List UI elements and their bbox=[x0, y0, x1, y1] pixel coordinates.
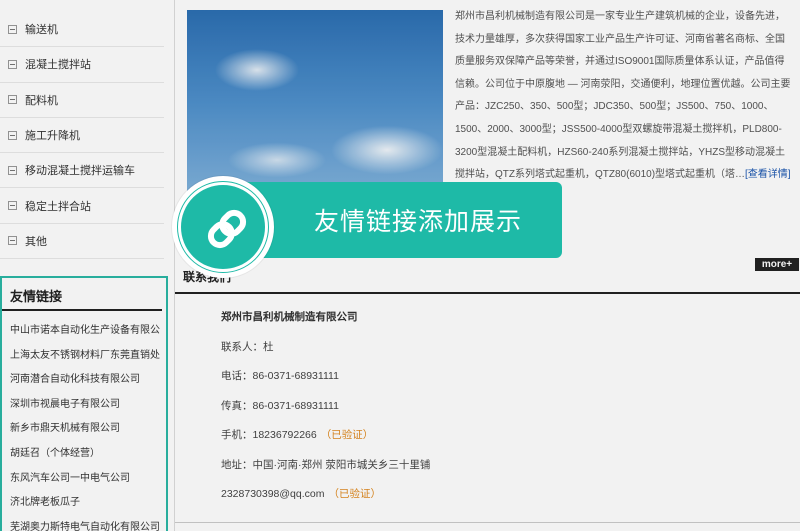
friend-link[interactable]: 深圳市视晨电子有限公司 bbox=[2, 393, 166, 418]
category-item-concrete-plant[interactable]: 混凝土搅拌站 bbox=[0, 47, 164, 83]
company-intro-text: 郑州市昌利机械制造有限公司是一家专业生产建筑机械的企业，设备先进，技术力量雄厚，… bbox=[455, 11, 791, 181]
category-item-soil-plant[interactable]: 稳定土拌合站 bbox=[0, 188, 164, 224]
collapse-icon bbox=[8, 201, 17, 211]
chain-link-icon bbox=[207, 209, 247, 249]
contact-header: 联系我们 more+ bbox=[175, 258, 800, 294]
category-item-mixer-truck[interactable]: 移动混凝土搅拌运输车 bbox=[0, 153, 164, 189]
page: 输送机 混凝土搅拌站 配料机 施工升降机 移动混凝土搅拌运输车 稳定土拌合站 其… bbox=[0, 0, 800, 531]
company-intro: 郑州市昌利机械制造有限公司是一家专业生产建筑机械的企业，设备先进，技术力量雄厚，… bbox=[455, 6, 793, 187]
contact-person: 联系人：杜 bbox=[221, 340, 274, 353]
friend-link[interactable]: 济北牌老板瓜子 bbox=[2, 491, 166, 516]
category-item-batching-machine[interactable]: 配料机 bbox=[0, 83, 164, 118]
category-label: 移动混凝土搅拌运输车 bbox=[25, 165, 135, 178]
category-label: 其他 bbox=[25, 235, 47, 248]
contact-email-row: 2328730398@qq.com （已验证） bbox=[221, 480, 781, 510]
left-sidebar: 输送机 混凝土搅拌站 配料机 施工升降机 移动混凝土搅拌运输车 稳定土拌合站 其… bbox=[0, 0, 168, 531]
friend-links-list: 中山市诺本自动化生产设备有限公 上海太友不锈钢材料厂东莞直销处 河南潜合自动化科… bbox=[2, 311, 166, 531]
contact-email[interactable]: 2328730398@qq.com bbox=[221, 488, 325, 500]
contact-phone: 电话：86-0371-68931111 bbox=[221, 370, 339, 382]
main-content: 郑州市昌利机械制造有限公司是一家专业生产建筑机械的企业，设备先进，技术力量雄厚，… bbox=[174, 0, 800, 531]
category-label: 施工升降机 bbox=[25, 130, 80, 143]
divider bbox=[175, 522, 800, 523]
view-details-link[interactable]: [查看详情] bbox=[745, 169, 791, 180]
collapse-icon bbox=[8, 24, 17, 34]
mobile-verified-badge: （已验证） bbox=[320, 429, 374, 441]
collapse-icon bbox=[8, 236, 17, 246]
friend-links-title: 友情链接 bbox=[2, 278, 162, 311]
contact-company: 郑州市昌利机械制造有限公司 bbox=[221, 311, 358, 323]
collapse-icon bbox=[8, 95, 17, 105]
collapse-icon bbox=[8, 165, 17, 175]
contact-info: 郑州市昌利机械制造有限公司 联系人：杜 电话：86-0371-68931111 … bbox=[221, 303, 781, 510]
category-label: 混凝土搅拌站 bbox=[25, 59, 91, 72]
category-item-conveyor[interactable]: 输送机 bbox=[0, 12, 164, 48]
friend-link[interactable]: 东风汽车公司一中电气公司 bbox=[2, 467, 166, 492]
banner-title: 友情链接添加展示 bbox=[314, 208, 523, 236]
friend-link[interactable]: 芜湖奥力斯特电气自动化有限公司 bbox=[2, 516, 166, 531]
email-verified-badge: （已验证） bbox=[328, 488, 382, 500]
contact-fax: 传真：86-0371-68931111 bbox=[221, 399, 339, 412]
category-item-hoist[interactable]: 施工升降机 bbox=[0, 118, 164, 154]
category-item-other[interactable]: 其他 bbox=[0, 224, 164, 260]
category-label: 稳定土拌合站 bbox=[25, 200, 91, 213]
category-list: 输送机 混凝土搅拌站 配料机 施工升降机 移动混凝土搅拌运输车 稳定土拌合站 其… bbox=[0, 12, 164, 260]
friend-links-box: 友情链接 中山市诺本自动化生产设备有限公 上海太友不锈钢材料厂东莞直销处 河南潜… bbox=[0, 276, 168, 531]
category-label: 配料机 bbox=[25, 94, 58, 107]
friend-link[interactable]: 上海太友不锈钢材料厂东莞直销处 bbox=[2, 344, 166, 369]
contact-address: 地址：中国·河南·郑州 荥阳市城关乡三十里铺 bbox=[221, 458, 431, 471]
banner-icon-ring bbox=[178, 182, 268, 272]
collapse-icon bbox=[8, 59, 17, 69]
contact-mobile-row: 手机：18236792266 （已验证） bbox=[221, 421, 781, 451]
more-button[interactable]: more+ bbox=[755, 258, 799, 271]
friend-link[interactable]: 河南潜合自动化科技有限公司 bbox=[2, 368, 166, 393]
friend-link[interactable]: 胡廷召（个体经营） bbox=[2, 442, 166, 467]
banner-icon-badge bbox=[172, 176, 274, 278]
friend-link[interactable]: 新乡市鼎天机械有限公司 bbox=[2, 417, 166, 442]
category-label: 输送机 bbox=[25, 24, 58, 37]
contact-mobile: 手机：18236792266 bbox=[221, 429, 317, 441]
collapse-icon bbox=[8, 130, 17, 140]
friend-link[interactable]: 中山市诺本自动化生产设备有限公 bbox=[2, 319, 166, 344]
